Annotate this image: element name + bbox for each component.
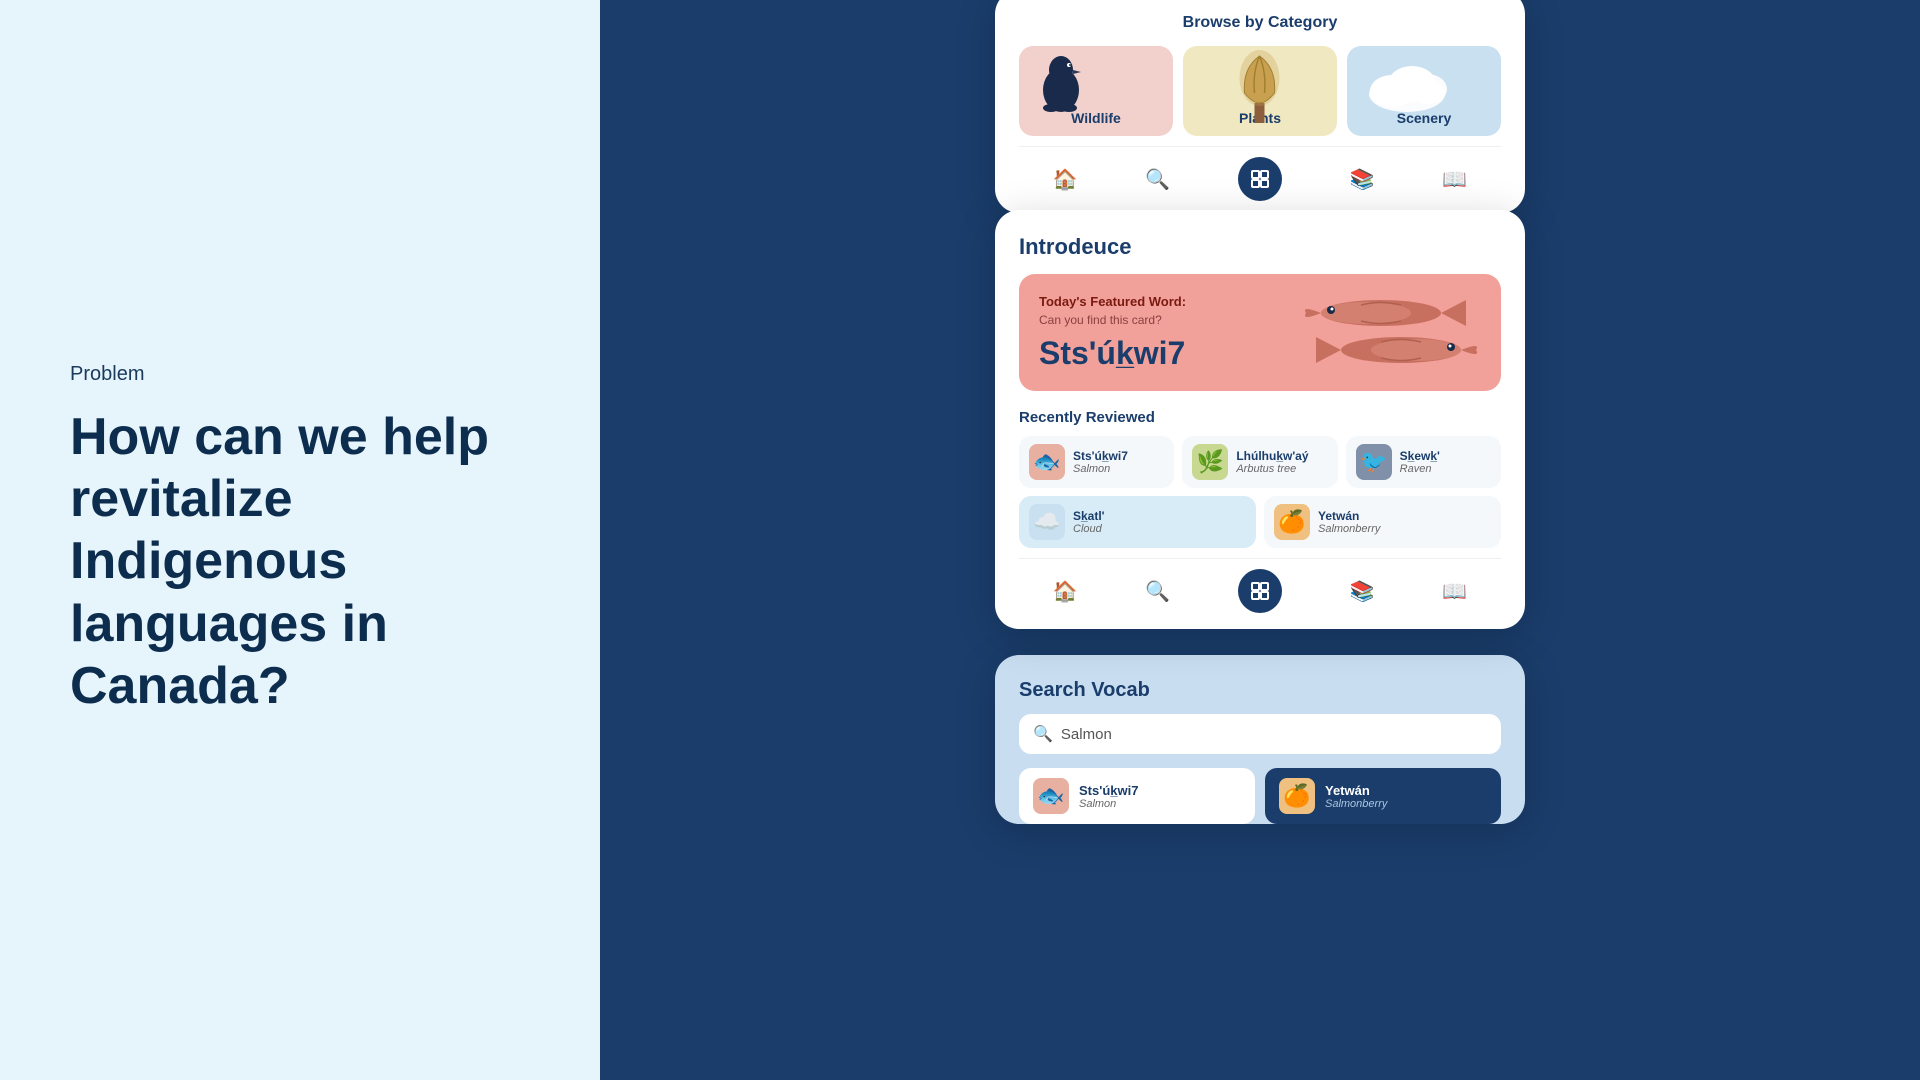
center-nav-button[interactable] (1238, 157, 1282, 201)
word-grid-top: 🐟 Sts'úk̲wi7 Salmon 🌿 Lhúlhuk̲w'aý Arbut… (1019, 436, 1501, 488)
salmon-indigenous: Sts'úk̲wi7 (1073, 449, 1128, 463)
salmon-english: Salmon (1073, 463, 1128, 475)
word-card-arbutus[interactable]: 🌿 Lhúlhuk̲w'aý Arbutus tree (1182, 436, 1337, 488)
raven-thumb: 🐦 (1356, 444, 1392, 480)
search-salmon-thumb: 🐟 (1033, 778, 1069, 814)
word-grid-bottom: ☁️ Sk̲atl' Cloud 🍊 Yetwán Salmonberry (1019, 496, 1501, 548)
raven-english: Raven (1400, 463, 1440, 475)
featured-sublabel: Can you find this card? (1039, 313, 1186, 327)
search-results: 🐟 Sts'úk̲wi7 Salmon 🍊 Yetwán Salmonberry (1019, 768, 1501, 824)
browse-title: Browse by Category (1019, 14, 1501, 32)
salmon-thumb: 🐟 (1029, 444, 1065, 480)
salmonberry-thumb: 🍊 (1274, 504, 1310, 540)
home-nav-icon[interactable]: 🏠 (1053, 167, 1078, 192)
search-input-value[interactable]: Salmon (1061, 726, 1112, 743)
introdeuce-card: Introdeuce Today's Featured Word: Can yo… (995, 210, 1525, 629)
search-salmon-indigenous: Sts'úk̲wi7 (1079, 783, 1138, 798)
library-nav-icon[interactable]: 📚 (1350, 167, 1375, 192)
category-wildlife[interactable]: Wildlife (1019, 46, 1173, 136)
featured-banner[interactable]: Today's Featured Word: Can you find this… (1019, 274, 1501, 391)
search-salmon-info: Sts'úk̲wi7 Salmon (1079, 783, 1138, 810)
recently-reviewed-title: Recently Reviewed (1019, 409, 1501, 426)
search-salmonberry-info: Yetwán Salmonberry (1325, 783, 1387, 810)
search-salmonberry-indigenous: Yetwán (1325, 783, 1387, 798)
arbutus-thumb: 🌿 (1192, 444, 1228, 480)
word-card-salmonberry[interactable]: 🍊 Yetwán Salmonberry (1264, 496, 1501, 548)
center-nav-button-2[interactable] (1238, 569, 1282, 613)
search-salmon-english: Salmon (1079, 798, 1138, 810)
book-nav-icon-2[interactable]: 📖 (1442, 579, 1467, 604)
search-nav-icon[interactable]: 🔍 (1145, 167, 1170, 192)
bird-icon (1031, 50, 1091, 125)
browse-card: Browse by Category Wildlife (995, 0, 1525, 213)
search-result-salmonberry[interactable]: 🍊 Yetwán Salmonberry (1265, 768, 1501, 824)
library-nav-icon-2[interactable]: 📚 (1350, 579, 1375, 604)
cloud-thumb: ☁️ (1029, 504, 1065, 540)
category-scenery[interactable]: Scenery (1347, 46, 1501, 136)
cloud-english: Cloud (1073, 523, 1105, 535)
browse-bottom-nav: 🏠 🔍 📚 📖 (1019, 146, 1501, 201)
salmonberry-indigenous: Yetwán (1318, 509, 1380, 523)
main-heading: How can we help revitalize Indigenous la… (70, 406, 530, 718)
raven-indigenous: Sk̲ewk̲' (1400, 449, 1440, 463)
salmonberry-info: Yetwán Salmonberry (1318, 509, 1380, 535)
search-salmonberry-english: Salmonberry (1325, 798, 1387, 810)
search-title: Search Vocab (1019, 679, 1501, 702)
home-nav-icon-2[interactable]: 🏠 (1053, 579, 1078, 604)
salmonberry-english: Salmonberry (1318, 523, 1380, 535)
introdeuce-bottom-nav: 🏠 🔍 📚 📖 (1019, 558, 1501, 613)
category-grid: Wildlife Plants (1019, 46, 1501, 136)
search-salmonberry-thumb: 🍊 (1279, 778, 1315, 814)
cloud-indigenous: Sk̲atl' (1073, 509, 1105, 523)
arbutus-english: Arbutus tree (1236, 463, 1308, 475)
search-result-salmon[interactable]: 🐟 Sts'úk̲wi7 Salmon (1019, 768, 1255, 824)
featured-word: Sts'úk̲wi7 (1039, 335, 1186, 372)
word-card-raven[interactable]: 🐦 Sk̲ewk̲' Raven (1346, 436, 1501, 488)
problem-label: Problem (70, 363, 530, 386)
featured-label: Today's Featured Word: (1039, 294, 1186, 309)
raven-info: Sk̲ewk̲' Raven (1400, 449, 1440, 475)
arbutus-info: Lhúlhuk̲w'aý Arbutus tree (1236, 449, 1308, 475)
search-icon: 🔍 (1033, 724, 1053, 744)
introdeuce-title: Introdeuce (1019, 234, 1501, 260)
search-card: Search Vocab 🔍 Salmon 🐟 Sts'úk̲wi7 Salmo… (995, 655, 1525, 824)
cloud-icon (1357, 56, 1457, 121)
cloud-info: Sk̲atl' Cloud (1073, 509, 1105, 535)
arbutus-indigenous: Lhúlhuk̲w'aý (1236, 449, 1308, 463)
fish-illustration (1291, 290, 1481, 375)
category-plants[interactable]: Plants (1183, 46, 1337, 136)
tree-icon (1233, 48, 1288, 133)
search-input-row[interactable]: 🔍 Salmon (1019, 714, 1501, 754)
word-card-cloud[interactable]: ☁️ Sk̲atl' Cloud (1019, 496, 1256, 548)
word-card-salmon[interactable]: 🐟 Sts'úk̲wi7 Salmon (1019, 436, 1174, 488)
search-nav-icon-2[interactable]: 🔍 (1145, 579, 1170, 604)
left-panel: Problem How can we help revitalize Indig… (0, 0, 600, 1080)
salmon-info: Sts'úk̲wi7 Salmon (1073, 449, 1128, 475)
featured-text: Today's Featured Word: Can you find this… (1039, 294, 1186, 372)
book-nav-icon[interactable]: 📖 (1442, 167, 1467, 192)
right-panel: Browse by Category Wildlife (600, 0, 1920, 1080)
